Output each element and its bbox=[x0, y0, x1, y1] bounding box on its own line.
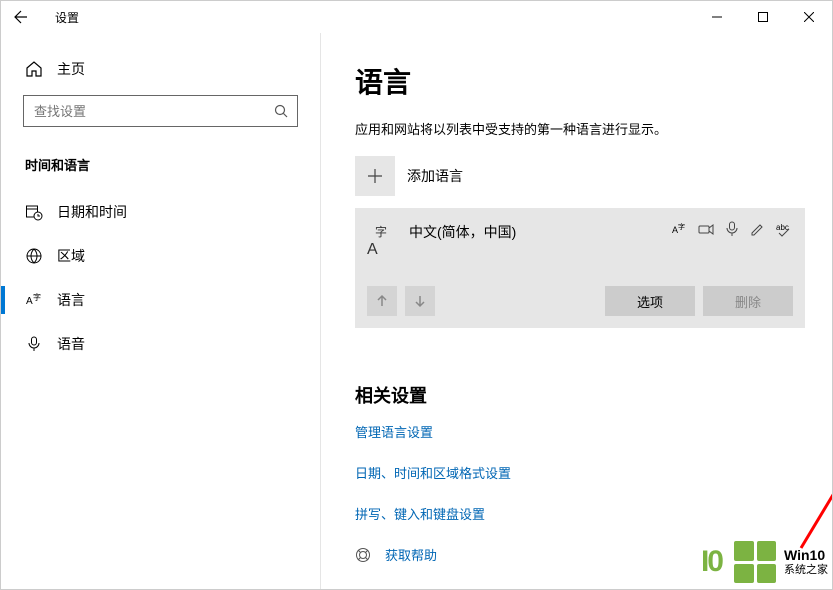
home-nav[interactable]: 主页 bbox=[1, 49, 320, 89]
back-arrow-icon bbox=[13, 9, 29, 25]
microphone-icon bbox=[25, 335, 43, 353]
nav-item-label: 语音 bbox=[57, 334, 85, 354]
related-settings-title: 相关设置 bbox=[355, 382, 798, 408]
remove-label: 删除 bbox=[735, 292, 761, 311]
window-title: 设置 bbox=[55, 9, 79, 26]
maximize-icon bbox=[758, 12, 768, 22]
nav-item-language[interactable]: A字 语言 bbox=[1, 278, 320, 322]
svg-text:字: 字 bbox=[678, 222, 685, 231]
watermark-ten-icon: I0 bbox=[701, 545, 722, 579]
plus-icon bbox=[366, 167, 384, 185]
nav-item-label: 日期和时间 bbox=[57, 202, 127, 222]
minimize-icon bbox=[712, 12, 722, 22]
main-content: 语言 应用和网站将以列表中受支持的第一种语言进行显示。 添加语言 字A 中文(简… bbox=[321, 33, 832, 589]
handwriting-icon bbox=[749, 220, 767, 238]
watermark-text: Win10 系统之家 bbox=[784, 547, 828, 577]
options-label: 选项 bbox=[637, 292, 663, 311]
minimize-button[interactable] bbox=[694, 1, 740, 33]
watermark: I0 Win10 系统之家 bbox=[701, 541, 828, 583]
settings-window: 设置 主页 bbox=[0, 0, 833, 590]
help-icon bbox=[355, 547, 371, 563]
link-spelling-keyboard[interactable]: 拼写、键入和键盘设置 bbox=[355, 504, 798, 523]
watermark-logo-icon bbox=[734, 541, 776, 583]
maximize-button[interactable] bbox=[740, 1, 786, 33]
svg-text:A: A bbox=[26, 296, 33, 307]
back-button[interactable] bbox=[1, 1, 41, 33]
arrow-up-icon bbox=[375, 294, 389, 308]
spellcheck-icon: abc bbox=[775, 220, 793, 238]
language-icon: A字 bbox=[25, 291, 43, 309]
add-language-button[interactable] bbox=[355, 156, 395, 196]
globe-icon bbox=[25, 247, 43, 265]
language-entry[interactable]: 字A 中文(简体，中国) A字 abc bbox=[355, 208, 805, 328]
move-down-button[interactable] bbox=[405, 286, 435, 316]
display-language-icon: A字 bbox=[671, 220, 689, 238]
remove-button[interactable]: 删除 bbox=[703, 286, 793, 316]
nav-item-datetime[interactable]: 日期和时间 bbox=[1, 190, 320, 234]
add-language-row[interactable]: 添加语言 bbox=[355, 156, 798, 196]
home-label: 主页 bbox=[57, 59, 85, 79]
sidebar: 主页 时间和语言 日期和时间 bbox=[1, 33, 321, 589]
language-name: 中文(简体，中国) bbox=[409, 220, 657, 242]
link-date-region-format[interactable]: 日期、时间和区域格式设置 bbox=[355, 463, 798, 482]
close-button[interactable] bbox=[786, 1, 832, 33]
search-box[interactable] bbox=[23, 95, 298, 127]
language-glyph-icon: 字A bbox=[367, 222, 395, 258]
calendar-clock-icon bbox=[25, 203, 43, 221]
nav-item-speech[interactable]: 语音 bbox=[1, 322, 320, 366]
search-icon bbox=[273, 103, 289, 119]
options-button[interactable]: 选项 bbox=[605, 286, 695, 316]
close-icon bbox=[804, 12, 814, 22]
page-title: 语言 bbox=[355, 61, 798, 101]
nav-item-label: 语言 bbox=[57, 290, 85, 310]
annotation-arrow bbox=[771, 328, 832, 568]
svg-text:字: 字 bbox=[33, 292, 41, 302]
home-icon bbox=[25, 60, 43, 78]
add-language-label: 添加语言 bbox=[407, 166, 463, 186]
search-input[interactable] bbox=[34, 104, 273, 119]
page-description: 应用和网站将以列表中受支持的第一种语言进行显示。 bbox=[355, 119, 798, 138]
nav-item-label: 区域 bbox=[57, 246, 85, 266]
category-title: 时间和语言 bbox=[1, 143, 320, 190]
nav-item-region[interactable]: 区域 bbox=[1, 234, 320, 278]
text-to-speech-icon bbox=[697, 220, 715, 238]
svg-text:字: 字 bbox=[375, 224, 387, 239]
move-up-button[interactable] bbox=[367, 286, 397, 316]
link-admin-language[interactable]: 管理语言设置 bbox=[355, 422, 798, 441]
svg-text:A: A bbox=[367, 241, 378, 256]
speech-icon bbox=[723, 220, 741, 238]
get-help-link[interactable]: 获取帮助 bbox=[385, 545, 437, 564]
arrow-down-icon bbox=[413, 294, 427, 308]
titlebar: 设置 bbox=[1, 1, 832, 33]
language-features: A字 abc bbox=[671, 220, 793, 238]
